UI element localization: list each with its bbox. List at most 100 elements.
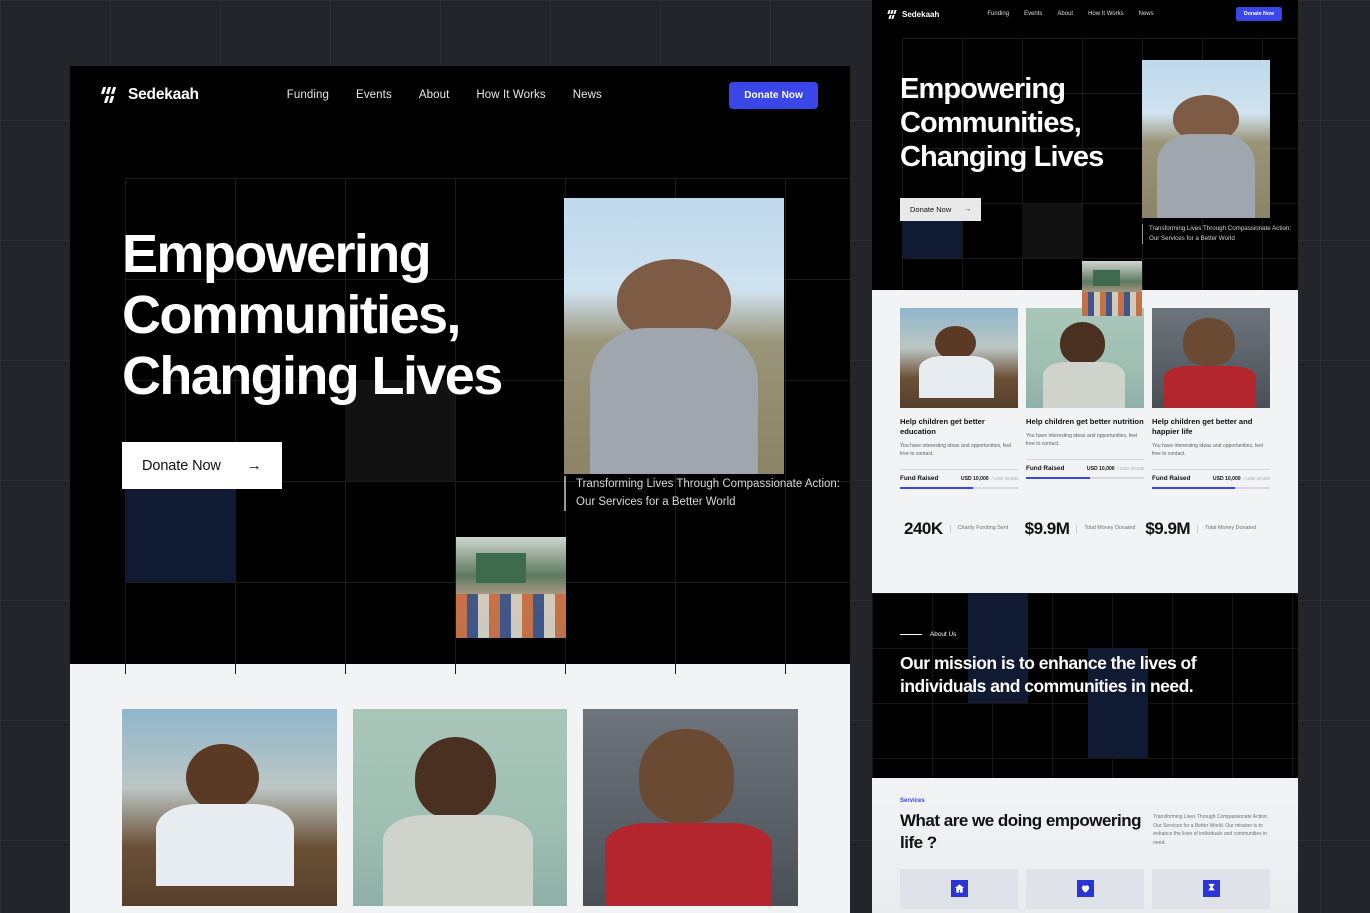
services-tiles	[900, 868, 1270, 909]
hero-donate-button[interactable]: Donate Now →	[122, 442, 282, 489]
hero-navy-accent-block	[125, 481, 235, 582]
card-image	[1152, 308, 1270, 408]
fund-raised-label: Fund Raised	[900, 475, 939, 483]
campaign-cards-list: Help children get better education You h…	[122, 709, 799, 913]
compact-nav-link-funding[interactable]: Funding	[987, 11, 1009, 17]
campaign-card[interactable]: Help children get better education You h…	[122, 709, 337, 913]
compact-campaign-card[interactable]: Help children get better and happier lif…	[1152, 308, 1270, 490]
nav-donate-button[interactable]: Donate Now	[729, 81, 818, 109]
stat-value: $9.9M	[1145, 519, 1191, 539]
service-tile[interactable]	[1152, 868, 1270, 909]
compact-nav-link-events[interactable]: Events	[1024, 11, 1042, 17]
service-tile[interactable]	[900, 868, 1018, 909]
fund-progress-bar	[1026, 477, 1144, 480]
compact-campaign-card[interactable]: Help children get better nutrition You h…	[1026, 308, 1144, 489]
hero-title-line-1: Empowering	[122, 224, 432, 284]
about-heading: Our mission is to enhance the lives of i…	[900, 653, 1197, 696]
compact-brand-logo[interactable]: Sedekaah	[887, 9, 940, 19]
compact-hero-title-line-3: Changing Lives	[900, 140, 1104, 173]
about-us-label-row: About Us	[900, 631, 1270, 638]
compact-hero-classroom-image	[1082, 261, 1142, 316]
card-description: You have interesting ideas and opportuni…	[1152, 443, 1264, 458]
nav-link-events[interactable]: Events	[356, 89, 392, 101]
hero-donate-label: Donate Now	[142, 457, 221, 474]
stat-value: $9.9M	[1024, 519, 1070, 539]
hero-tagline: Transforming Lives Through Compassionate…	[564, 476, 850, 512]
compact-hero-title: Empowering Communities, Changing Lives	[900, 73, 1104, 175]
services-heading: What are we doing empowering life ?	[900, 811, 1142, 853]
services-label: Services	[900, 798, 925, 804]
services-description: Transforming Lives Through Compassionate…	[1153, 814, 1269, 846]
card-title: Help children get better nutrition	[1026, 417, 1144, 426]
fund-raised-goal: / USD 20,000	[1243, 476, 1270, 482]
nav-link-about[interactable]: About	[419, 89, 450, 101]
card-image	[583, 709, 799, 906]
fund-raised-goal: / USD 20,000	[991, 476, 1018, 482]
fund-raised-label: Fund Raised	[1026, 465, 1065, 473]
card-title: Help children get better education	[900, 417, 985, 437]
compact-mockup-panel: Sedekaah Funding Events About How It Wor…	[872, 0, 1298, 913]
statistics-row: 240K Charity Funding Sent $9.9M Total Mo…	[900, 519, 1270, 539]
compact-nav-link-news[interactable]: News	[1139, 11, 1154, 17]
card-image	[122, 709, 337, 906]
stat-item: $9.9M Total Money Donated	[1145, 519, 1266, 539]
compact-hero-donate-button[interactable]: Donate Now →	[900, 198, 982, 221]
dash-icon	[900, 634, 922, 635]
campaign-card[interactable]: Help children get better and happier lif…	[583, 709, 799, 913]
campaign-cards-section: Help children get better education You h…	[70, 664, 850, 913]
compact-hero-title-line-2: Communities,	[900, 106, 1082, 139]
fund-raised-row: Fund Raised USD 10,000 / USD 20,000	[1026, 459, 1144, 472]
stat-value: 240K	[904, 519, 943, 539]
nav-link-how-it-works[interactable]: How It Works	[476, 89, 545, 101]
top-navigation-bar: Sedekaah Funding Events About How It Wor…	[70, 66, 850, 124]
stat-label: Total Money Donated	[1076, 525, 1135, 534]
nav-link-news[interactable]: News	[573, 89, 602, 101]
compact-hero-section: Empowering Communities, Changing Lives D…	[872, 28, 1298, 316]
card-image	[900, 308, 1018, 408]
fund-progress-bar	[900, 487, 1018, 490]
compact-hero-gray-block	[1022, 203, 1082, 258]
compact-campaign-card[interactable]: Help children get better education You h…	[900, 308, 1018, 490]
desktop-mockup-panel: Sedekaah Funding Events About How It Wor…	[70, 66, 850, 913]
card-description: You have interesting ideas and opportuni…	[1026, 433, 1138, 448]
compact-nav-donate-button[interactable]: Donate Now	[1236, 7, 1282, 21]
about-us-label: About Us	[930, 631, 957, 638]
card-image	[1026, 308, 1144, 408]
compact-campaign-cards-list: Help children get better education You h…	[900, 308, 1270, 490]
fund-progress-bar	[1152, 487, 1270, 490]
hero-classroom-image	[456, 537, 566, 638]
card-image	[352, 709, 568, 906]
nav-link-funding[interactable]: Funding	[287, 89, 329, 101]
compact-nav-link-how-it-works[interactable]: How It Works	[1088, 11, 1124, 17]
compact-brand-name: Sedekaah	[902, 9, 940, 19]
stat-item: 240K Charity Funding Sent	[904, 519, 1025, 539]
services-header-row: What are we doing empowering life ? Tran…	[900, 810, 1270, 855]
campaign-card[interactable]: Help children get better nutrition You h…	[352, 709, 568, 913]
compact-navigation-bar: Sedekaah Funding Events About How It Wor…	[872, 0, 1298, 28]
compact-hero-main-image	[1142, 60, 1270, 218]
arrow-right-icon: →	[246, 457, 262, 474]
compact-hero-donate-label: Donate Now	[910, 205, 952, 214]
home-icon	[950, 880, 968, 898]
brand-logo[interactable]: Sedekaah	[100, 86, 199, 104]
hero-main-image	[564, 198, 784, 474]
compact-hero-tagline: Transforming Lives Through Compassionate…	[1142, 224, 1298, 244]
hero-title-line-3: Changing Lives	[122, 346, 503, 407]
hero-title: Empowering Communities, Changing Lives	[122, 224, 503, 407]
compact-campaign-section: Help children get better education You h…	[872, 290, 1298, 593]
hero-title-line-2: Communities,	[122, 285, 461, 346]
stat-label: Total Money Donated	[1197, 525, 1256, 534]
heart-pulse-icon	[1076, 880, 1094, 898]
sedekaah-logo-icon	[887, 9, 897, 19]
compact-nav-links: Funding Events About How It Works News	[987, 11, 1153, 17]
service-tile[interactable]	[1026, 868, 1144, 909]
fund-raised-row: Fund Raised USD 10,000 / USD 20,000	[900, 469, 1018, 482]
compact-hero-title-line-1: Empowering	[900, 73, 1066, 105]
stat-label: Charity Funding Sent	[949, 525, 1008, 534]
award-medal-icon	[1202, 880, 1220, 898]
fund-raised-row: Fund Raised USD 10,000 / USD 20,000	[1152, 469, 1270, 482]
stat-item: $9.9M Total Money Donated	[1025, 519, 1146, 539]
brand-name: Sedekaah	[128, 86, 199, 103]
fund-raised-label: Fund Raised	[1152, 475, 1191, 483]
compact-nav-link-about[interactable]: About	[1057, 11, 1073, 17]
